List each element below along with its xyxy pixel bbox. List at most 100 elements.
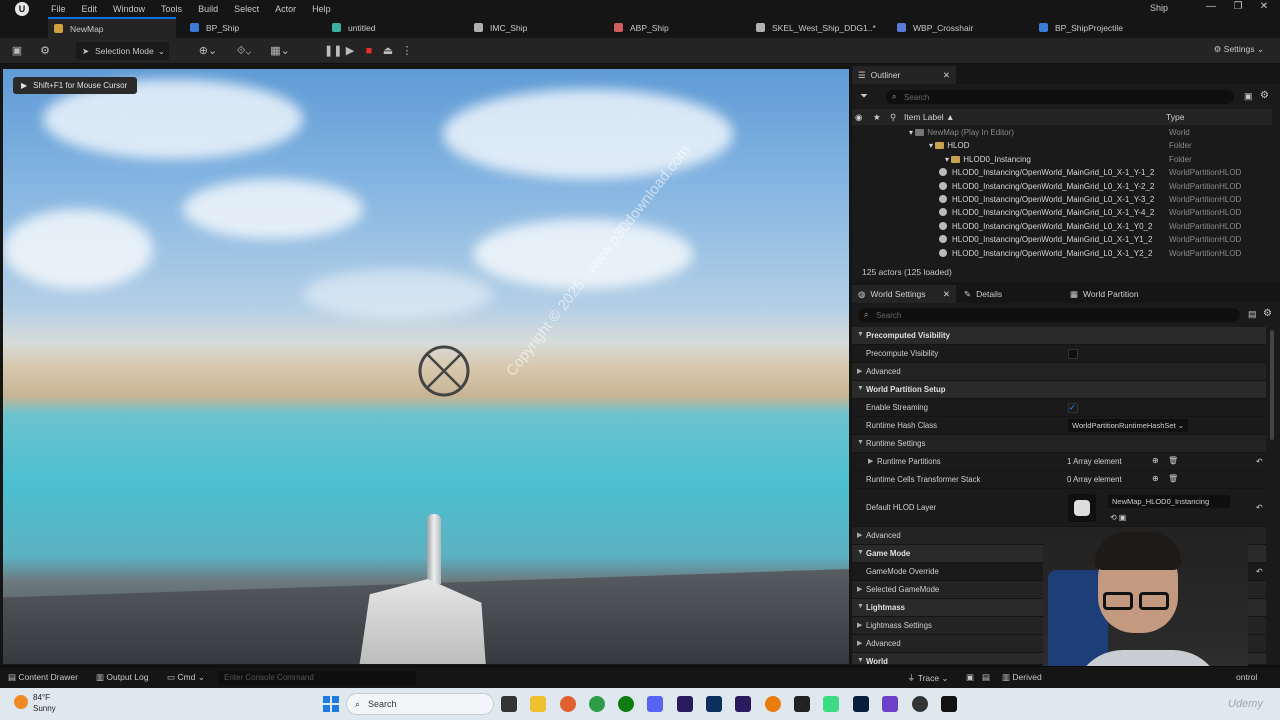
tab-newmap[interactable]: NewMap xyxy=(48,17,176,38)
trash-icon[interactable]: 🗑 xyxy=(1168,456,1178,465)
trace-button[interactable]: ⏚ Trace ⌄ xyxy=(907,672,949,684)
add-folder-icon[interactable]: ▣ xyxy=(1244,91,1253,102)
outliner-row[interactable]: HLOD0_Instancing/OpenWorld_MainGrid_L0_X… xyxy=(852,248,1270,261)
content-drawer-button[interactable]: ▤ Content Drawer xyxy=(8,672,78,683)
property-row[interactable]: Precompute Visibility xyxy=(852,345,1266,363)
media-icon[interactable]: ▤ xyxy=(982,672,990,683)
outliner-row[interactable]: HLOD0_Instancing/OpenWorld_MainGrid_L0_X… xyxy=(852,194,1270,207)
expand-arrow-icon[interactable]: ▶ xyxy=(857,639,862,647)
close-window-icon[interactable]: ✕ xyxy=(1253,1,1275,15)
tab-abp-ship[interactable]: ABP_Ship xyxy=(614,17,669,38)
task-view-icon[interactable] xyxy=(501,696,517,712)
trash-icon[interactable]: 🗑 xyxy=(1168,474,1178,483)
reset-to-default-icon[interactable]: ↶ xyxy=(1256,567,1263,576)
pin-icon[interactable]: ⚲ xyxy=(890,112,896,123)
outliner-row[interactable]: ▾ NewMap (Play In Editor) World xyxy=(852,127,1270,140)
property-checkbox[interactable] xyxy=(1068,349,1078,359)
settings-button[interactable]: ⚙ Settings ⌄ xyxy=(1214,44,1264,55)
tab-wbp-crosshair[interactable]: WBP_Crosshair xyxy=(897,17,973,38)
property-row[interactable]: Runtime Hash Class WorldPartitionRuntimeH… xyxy=(852,417,1266,435)
minimize-icon[interactable]: — xyxy=(1200,1,1222,15)
tab-details[interactable]: ✎ Details xyxy=(964,285,1064,303)
details-search-input[interactable]: ⌕ Search xyxy=(858,308,1240,322)
selection-mode-dropdown[interactable]: ➤ Selection Mode ⌄ xyxy=(76,42,169,60)
weather-widget[interactable]: 84°F Sunny xyxy=(33,692,56,714)
android-icon[interactable] xyxy=(823,696,839,712)
property-checkbox[interactable]: ✓ xyxy=(1068,403,1078,413)
chrome-icon[interactable] xyxy=(589,696,605,712)
tab-untitled[interactable]: untitled xyxy=(332,17,375,38)
expand-arrow-icon[interactable]: ▶ xyxy=(857,621,862,629)
add-element-icon[interactable]: ⊕ xyxy=(1152,456,1159,465)
asset-picker-dropdown[interactable]: NewMap_HLOD0_Instancing xyxy=(1108,495,1230,508)
stop-icon[interactable]: ■ xyxy=(362,44,376,58)
property-row[interactable]: ▶ Runtime Partitions 1 Array element ⊕ 🗑 ↶ xyxy=(852,453,1266,471)
outliner-search-input[interactable]: ⌕ Search xyxy=(886,90,1234,104)
file-explorer-icon[interactable] xyxy=(530,696,546,712)
add-actor-icon[interactable]: ⊕⌄ xyxy=(196,44,220,58)
browse-asset-icon[interactable]: ⟲ ▣ xyxy=(1110,513,1126,522)
mouse-cursor-hint[interactable]: ▶ Shift+F1 for Mouse Cursor xyxy=(13,77,138,94)
restore-icon[interactable]: ❐ xyxy=(1227,1,1249,15)
collapse-arrow-icon[interactable]: ▼ xyxy=(857,549,864,556)
property-row[interactable]: ▶ Advanced xyxy=(852,363,1266,381)
outliner-row[interactable]: ▾ HLOD0_Instancing Folder xyxy=(852,154,1270,167)
collapse-arrow-icon[interactable]: ▼ xyxy=(857,385,864,392)
close-icon[interactable]: ✕ xyxy=(943,289,950,300)
more-options-icon[interactable]: ⋮ xyxy=(400,44,414,58)
pause-icon[interactable]: ❚❚ xyxy=(324,44,342,58)
menu-build[interactable]: Build xyxy=(190,4,226,14)
reset-to-default-icon[interactable]: ↶ xyxy=(1256,457,1263,466)
derived-data-button[interactable]: ▥ Derived xyxy=(1002,672,1042,683)
tab-imc-ship[interactable]: IMC_Ship xyxy=(474,17,527,38)
menu-window[interactable]: Window xyxy=(105,4,153,14)
category-header[interactable]: ▼ Precomputed Visibility xyxy=(852,327,1266,345)
collapse-arrow-icon[interactable]: ▼ xyxy=(857,331,864,338)
reset-to-default-icon[interactable]: ↶ xyxy=(1256,503,1263,512)
skip-frame-icon[interactable]: ▶ xyxy=(343,44,357,58)
save-icon[interactable]: ▣ xyxy=(10,44,24,58)
close-icon[interactable]: ✕ xyxy=(943,70,950,81)
category-header[interactable]: ▼ World Partition Setup xyxy=(852,381,1266,399)
unreal-logo-icon[interactable]: U xyxy=(15,1,29,16)
expand-arrow-icon[interactable]: ▶ xyxy=(857,367,862,375)
filter-icon[interactable]: ⏷ xyxy=(860,91,868,102)
menu-edit[interactable]: Edit xyxy=(74,4,106,14)
tab-world-settings[interactable]: ◍ World Settings ✕ xyxy=(852,285,956,303)
collapse-arrow-icon[interactable]: ▼ xyxy=(857,439,864,446)
add-element-icon[interactable]: ⊕ xyxy=(1152,474,1159,483)
star-icon[interactable]: ★ xyxy=(873,112,881,123)
firefox-icon[interactable] xyxy=(560,696,576,712)
menu-help[interactable]: Help xyxy=(304,4,339,14)
source-control-label[interactable]: ontrol xyxy=(1236,672,1257,682)
tab-bp-ship[interactable]: BP_Ship xyxy=(190,17,239,38)
level-viewport[interactable]: ▶ Shift+F1 for Mouse Cursor Copyright © … xyxy=(3,69,849,664)
windows-start-icon[interactable] xyxy=(323,696,339,712)
xbox-icon[interactable] xyxy=(618,696,634,712)
tab-bp-shipprojectile[interactable]: BP_ShipProjectile xyxy=(1039,17,1123,38)
menu-file[interactable]: File xyxy=(43,4,74,14)
unreal-engine-icon[interactable] xyxy=(941,696,957,712)
asset-thumbnail[interactable] xyxy=(1068,494,1096,522)
table-view-icon[interactable]: ▤ xyxy=(1248,309,1257,320)
taskbar-search-box[interactable]: ⌕ Search xyxy=(346,693,494,715)
property-row[interactable]: Runtime Cells Transformer Stack 0 Array e… xyxy=(852,471,1266,489)
discord-icon[interactable] xyxy=(647,696,663,712)
premiere-icon[interactable] xyxy=(677,696,693,712)
col-item-label[interactable]: Item Label ▲ xyxy=(904,112,954,122)
outliner-row[interactable]: HLOD0_Instancing/OpenWorld_MainGrid_L0_X… xyxy=(852,167,1270,180)
property-row[interactable]: Default HLOD Layer NewMap_HLOD0_Instancin… xyxy=(852,489,1266,527)
cmd-dropdown[interactable]: ▭ Cmd ⌄ xyxy=(167,672,205,683)
outliner-row[interactable]: HLOD0_Instancing/OpenWorld_MainGrid_L0_X… xyxy=(852,234,1270,247)
menu-actor[interactable]: Actor xyxy=(267,4,304,14)
console-command-input[interactable]: Enter Console Command xyxy=(218,671,416,685)
col-type[interactable]: Type xyxy=(1166,112,1184,122)
expand-arrow-icon[interactable]: ▶ xyxy=(857,531,862,539)
photoshop-icon[interactable] xyxy=(853,696,869,712)
settings-gear-icon[interactable]: ⚙ xyxy=(1263,308,1272,319)
github-icon[interactable] xyxy=(912,696,928,712)
settings-gear-icon[interactable]: ⚙ xyxy=(1260,90,1269,101)
menu-select[interactable]: Select xyxy=(226,4,267,14)
outliner-row[interactable]: HLOD0_Instancing/OpenWorld_MainGrid_L0_X… xyxy=(852,221,1270,234)
property-dropdown[interactable]: WorldPartitionRuntimeHashSet ⌄ xyxy=(1068,419,1189,432)
